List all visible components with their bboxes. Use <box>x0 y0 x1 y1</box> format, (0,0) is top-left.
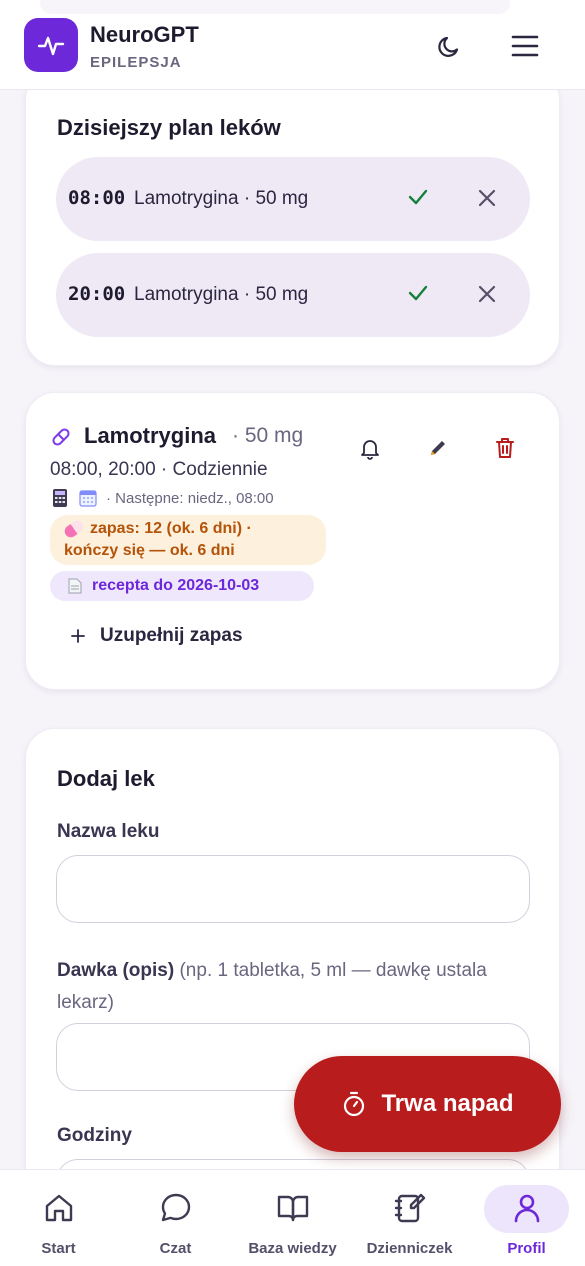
plan-med-label: Lamotrygina · 50 mg <box>134 284 309 305</box>
today-plan-card: Dzisiejszy plan leków 08:00 Lamotrygina … <box>25 70 560 366</box>
user-icon <box>514 1194 539 1223</box>
hours-label: Godziny <box>57 1125 132 1146</box>
prescription-badge: recepta do 2026-10-03 <box>50 571 314 601</box>
pill-icon <box>52 428 70 446</box>
top-header: NeuroGPT EPILEPSJA <box>0 0 585 90</box>
next-dose-text: · Następne: niedz., 08:00 <box>106 489 274 507</box>
nav-item-chat[interactable]: Czat <box>118 1186 233 1258</box>
nav-label: Profil <box>507 1240 546 1257</box>
nav-item-start[interactable]: Start <box>1 1186 116 1258</box>
chat-icon <box>161 1193 190 1222</box>
pulse-icon[interactable] <box>24 18 78 72</box>
check-icon[interactable] <box>406 281 430 305</box>
abacus-icon <box>53 489 67 507</box>
dose-label-text: Dawka (opis) <box>57 960 175 981</box>
medication-schedule: 08:00, 20:00 · Codziennie <box>50 459 268 480</box>
plan-time: 08:00 <box>68 187 126 209</box>
app-screen: NeuroGPT EPILEPSJA Dzisiejszy plan leków… <box>0 0 585 1266</box>
nav-item-knowledge-base[interactable]: Baza wiedzy <box>235 1186 350 1258</box>
medication-card: Lamotrygina · 50 mg 08:00, 20:00 · Codzi… <box>25 392 560 690</box>
stopwatch-icon <box>344 1091 365 1117</box>
pill-icon <box>62 518 86 540</box>
nav-item-journal[interactable]: Dzienniczek <box>352 1186 467 1258</box>
seizure-in-progress-button[interactable]: Trwa napad <box>294 1056 561 1152</box>
plan-med-label: Lamotrygina · 50 mg <box>134 188 309 209</box>
app-title: NeuroGPT <box>90 22 199 47</box>
stock-text: zapas: 12 (ok. 6 dni) · <box>90 520 252 537</box>
refill-stock-button[interactable]: Uzupełnij zapas <box>70 625 243 647</box>
document-icon <box>68 578 82 594</box>
bell-icon[interactable] <box>355 433 385 463</box>
prescription-text: recepta do 2026-10-03 <box>92 577 260 594</box>
book-icon <box>277 1195 308 1222</box>
dose-label: Dawka (opis) (np. 1 tabletka, 5 ml — daw… <box>57 955 527 1019</box>
moon-icon[interactable] <box>430 26 470 66</box>
nav-label: Baza wiedzy <box>248 1240 337 1257</box>
nav-label: Start <box>41 1240 76 1257</box>
seizure-button-label: Trwa napad <box>381 1090 514 1117</box>
nav-label: Czat <box>159 1240 192 1257</box>
plan-time: 20:00 <box>68 283 126 305</box>
hamburger-menu-icon[interactable] <box>505 26 545 66</box>
medication-name-input[interactable] <box>56 855 530 923</box>
medication-dose: · 50 mg <box>232 424 304 447</box>
name-label: Nazwa leku <box>57 821 160 842</box>
stock-warning: kończy się — ok. 6 dni <box>64 542 235 559</box>
calendar-icon <box>79 490 97 507</box>
check-icon[interactable] <box>406 185 430 209</box>
trash-icon[interactable] <box>490 433 520 463</box>
stock-badge: zapas: 12 (ok. 6 dni) · kończy się — ok.… <box>50 515 326 565</box>
plan-row: 20:00 Lamotrygina · 50 mg <box>56 253 530 337</box>
close-icon[interactable] <box>476 187 498 209</box>
plus-icon <box>71 629 85 643</box>
refill-label: Uzupełnij zapas <box>100 625 243 646</box>
medication-name: Lamotrygina <box>84 423 217 448</box>
app-subtitle: EPILEPSJA <box>90 54 182 71</box>
add-form-title: Dodaj lek <box>57 766 155 791</box>
medication-next-row: · Następne: niedz., 08:00 <box>50 487 274 509</box>
home-icon <box>45 1194 72 1222</box>
bottom-navigation: Start Czat Baza wiedzy Dzienniczek Profi… <box>0 1169 585 1266</box>
nav-label: Dzienniczek <box>366 1240 453 1257</box>
header-scroll-shadow <box>40 0 510 14</box>
plan-title: Dzisiejszy plan leków <box>57 115 281 140</box>
pencil-icon[interactable] <box>423 433 453 463</box>
journal-icon <box>394 1193 425 1223</box>
close-icon[interactable] <box>476 283 498 305</box>
nav-item-profile[interactable]: Profil <box>469 1186 584 1258</box>
plan-row: 08:00 Lamotrygina · 50 mg <box>56 157 530 241</box>
